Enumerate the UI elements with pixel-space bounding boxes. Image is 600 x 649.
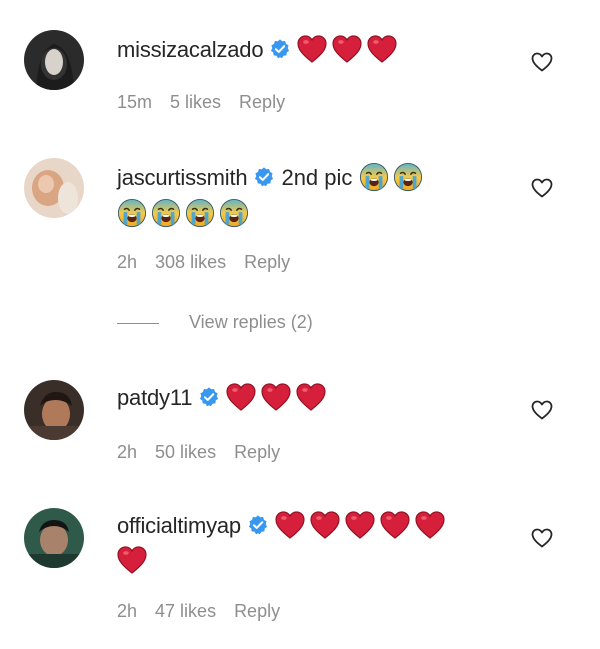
verified-badge-icon bbox=[269, 38, 291, 60]
username[interactable]: missizacalzado bbox=[117, 37, 264, 62]
username[interactable]: patdy11 bbox=[117, 385, 192, 410]
red-heart-emoji-icon bbox=[261, 383, 291, 411]
red-heart-emoji-icon bbox=[226, 383, 256, 411]
red-heart-emoji-icon bbox=[310, 511, 340, 539]
verified-badge-icon bbox=[253, 166, 275, 188]
heart-outline-icon[interactable] bbox=[530, 176, 554, 200]
username[interactable]: officialtimyap bbox=[117, 513, 241, 538]
heart-emoji-group bbox=[275, 513, 450, 538]
loudly-crying-face-emoji-icon bbox=[359, 162, 389, 192]
avatar[interactable] bbox=[24, 30, 84, 90]
divider-dash bbox=[117, 322, 159, 324]
comment-time: 2h bbox=[117, 601, 138, 621]
likes-count[interactable]: 308 likes bbox=[155, 252, 226, 272]
red-heart-emoji-icon bbox=[380, 511, 410, 539]
reply-button[interactable]: Reply bbox=[244, 252, 290, 272]
comment-text: 2nd pic bbox=[281, 165, 353, 190]
loudly-crying-face-emoji-icon bbox=[117, 198, 147, 228]
red-heart-emoji-icon bbox=[275, 511, 305, 539]
loudly-crying-face-emoji-icon bbox=[151, 198, 181, 228]
heart-outline-icon[interactable] bbox=[530, 50, 554, 74]
red-heart-emoji-icon bbox=[297, 35, 327, 63]
likes-count[interactable]: 47 likes bbox=[155, 601, 216, 621]
heart-outline-icon[interactable] bbox=[530, 398, 554, 422]
heart-emoji-group bbox=[297, 37, 402, 62]
comment-time: 15m bbox=[117, 92, 153, 112]
red-heart-emoji-icon bbox=[332, 35, 362, 63]
loudly-crying-face-emoji-icon bbox=[219, 198, 249, 228]
verified-badge-icon bbox=[247, 514, 269, 536]
reply-button[interactable]: Reply bbox=[234, 442, 280, 462]
heart-emoji-group bbox=[226, 385, 331, 410]
username[interactable]: jascurtissmith bbox=[117, 165, 248, 190]
avatar[interactable] bbox=[24, 508, 84, 568]
likes-count[interactable]: 5 likes bbox=[170, 92, 221, 112]
loudly-crying-face-emoji-icon bbox=[185, 198, 215, 228]
heart-outline-icon[interactable] bbox=[530, 526, 554, 550]
reply-button[interactable]: Reply bbox=[234, 601, 280, 621]
view-replies-label: View replies (2) bbox=[189, 312, 313, 332]
red-heart-emoji-icon bbox=[296, 383, 326, 411]
likes-count[interactable]: 50 likes bbox=[155, 442, 216, 462]
red-heart-emoji-icon bbox=[367, 35, 397, 63]
avatar[interactable] bbox=[24, 158, 84, 218]
red-heart-emoji-icon bbox=[117, 546, 147, 574]
reply-button[interactable]: Reply bbox=[239, 92, 285, 112]
comment-time: 2h bbox=[117, 442, 138, 462]
red-heart-emoji-icon bbox=[415, 511, 445, 539]
avatar[interactable] bbox=[24, 380, 84, 440]
comment-time: 2h bbox=[117, 252, 138, 272]
loudly-crying-face-emoji-icon bbox=[393, 162, 423, 192]
verified-badge-icon bbox=[198, 386, 220, 408]
view-replies-button[interactable]: View replies (2) bbox=[117, 312, 313, 333]
red-heart-emoji-icon bbox=[345, 511, 375, 539]
